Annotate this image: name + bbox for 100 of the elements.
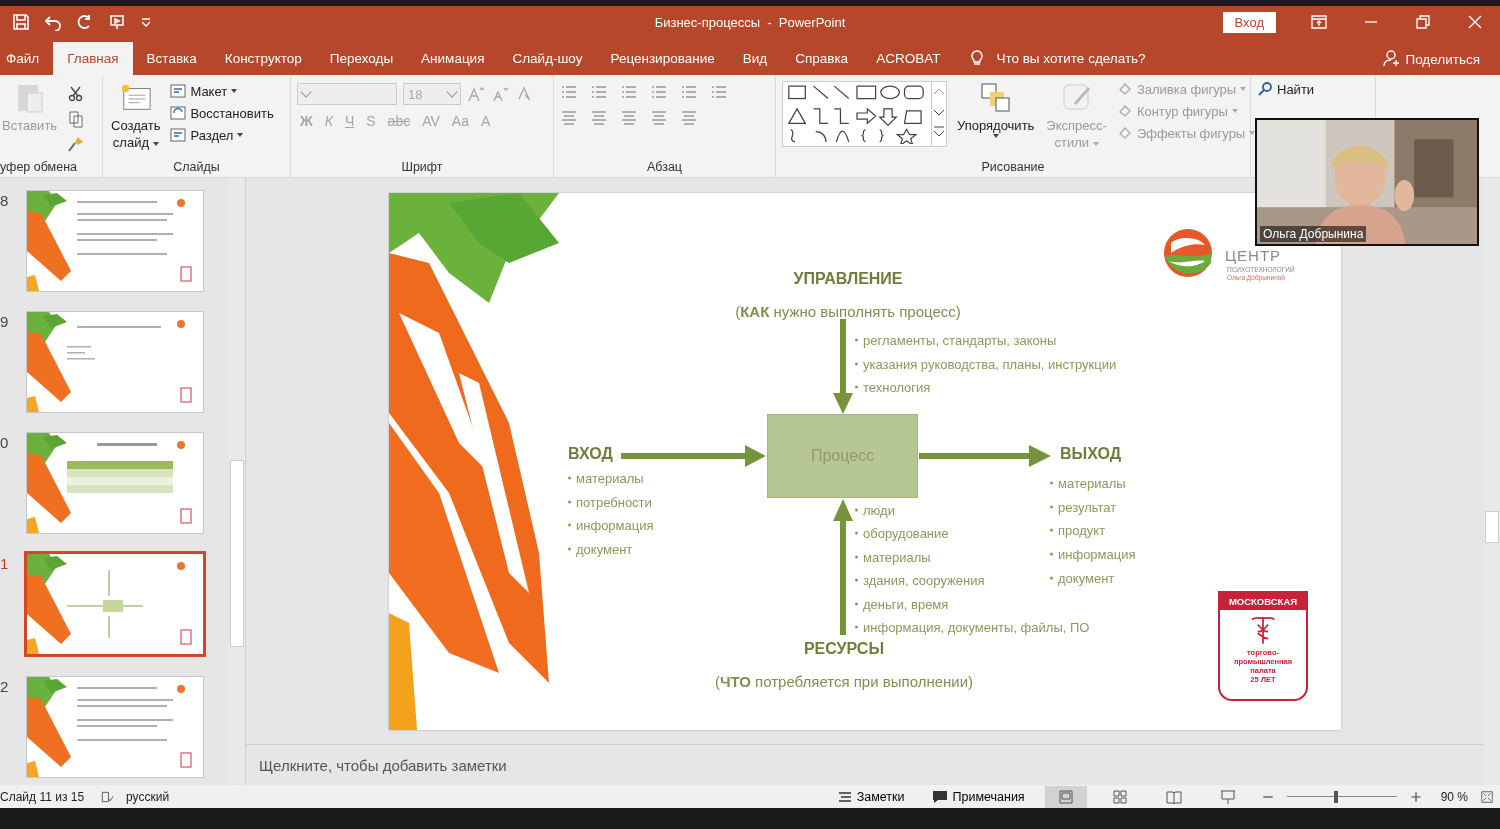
comments-button[interactable]: Примечания	[924, 788, 1033, 805]
ribbon-tab[interactable]: Вид	[728, 42, 782, 75]
bullet-item: информация, документы, файлы, ПО	[855, 619, 1090, 635]
group-label: Слайды	[172, 160, 221, 176]
diagram-heading: ВЫХОД	[1060, 445, 1122, 463]
ribbon-tab[interactable]: Слайд-шоу	[498, 42, 597, 75]
normal-view-icon[interactable]	[1044, 785, 1087, 808]
ribbon-tab[interactable]: Главная	[53, 42, 133, 75]
sign-in-button[interactable]: Вход	[1222, 11, 1276, 33]
zoom-level[interactable]: 90 %	[1440, 789, 1468, 804]
copy-icon[interactable]	[67, 110, 86, 128]
diagram-subtitle: (КАК нужно выполнять процесс)	[735, 302, 961, 320]
find-button[interactable]: Найти	[1257, 79, 1315, 99]
participant-name: Ольга Добрынина	[1260, 226, 1367, 242]
ribbon-tab[interactable]: Вставка	[132, 42, 211, 75]
slide-thumbnail[interactable]	[26, 190, 204, 292]
arrange-icon	[979, 81, 1012, 115]
bullet-item: результат	[1050, 499, 1117, 515]
bullet-item: регламенты, стандарты, законы	[855, 332, 1057, 348]
tell-me-field[interactable]: Что вы хотите сделать?	[996, 51, 1146, 66]
ribbon-display-icon[interactable]	[1310, 13, 1328, 31]
slides-menu-button[interactable]: Восстановить	[170, 103, 274, 123]
ribbon-tab[interactable]: ACROBAT	[862, 42, 955, 75]
slide-layout-icon	[170, 105, 187, 121]
font-name-field[interactable]	[297, 83, 397, 105]
zoom-slider-thumb[interactable]	[1334, 790, 1339, 803]
align-icon[interactable]	[650, 109, 668, 127]
restore-icon[interactable]	[1414, 13, 1432, 31]
slide-thumbnail[interactable]	[26, 432, 204, 534]
share-button[interactable]: Поделиться	[1405, 52, 1480, 67]
grow-font-icon[interactable]	[467, 85, 485, 103]
diagram-heading: УПРАВЛЕНИЕ	[793, 270, 903, 288]
arrange-button[interactable]: Упорядочить	[955, 79, 1037, 160]
group-label: уфер обмена	[0, 160, 78, 176]
align-icon[interactable]	[620, 109, 638, 127]
bullet-item: деньги, время	[855, 596, 949, 612]
slide-thumbnail[interactable]	[24, 551, 206, 657]
bullet-item: потребности	[568, 494, 652, 510]
person-plus-icon[interactable]	[1383, 49, 1402, 67]
slide-counter: Слайд 11 из 15	[0, 789, 85, 804]
group-label: Абзац	[645, 160, 684, 176]
paragraph-icon[interactable]	[620, 83, 638, 101]
diagram-subtitle: (ЧТО потребляется при выполнении)	[714, 672, 974, 690]
save-icon[interactable]	[12, 13, 30, 31]
window-title: Бизнес-процессы - PowerPoint	[654, 14, 846, 30]
new-slide-button[interactable]: Создать слайд	[109, 79, 163, 160]
shrink-font-icon[interactable]	[491, 85, 509, 103]
paragraph-icon[interactable]	[650, 83, 668, 101]
shapes-gallery[interactable]	[782, 81, 947, 147]
zoom-in-icon[interactable]	[1408, 789, 1423, 804]
bullet-item: материалы	[855, 549, 931, 565]
align-icon[interactable]	[680, 109, 698, 127]
bullet-item: документ	[1050, 570, 1115, 586]
ribbon-tab[interactable]: Справка	[781, 42, 863, 75]
bullet-item: технология	[855, 379, 931, 395]
bullet-item: продукт	[1050, 522, 1106, 538]
undo-icon[interactable]	[44, 13, 62, 31]
slide-layout-icon	[170, 83, 187, 99]
bullet-item: оборудование	[855, 525, 949, 541]
fit-to-window-icon[interactable]	[1480, 789, 1494, 804]
ribbon-tab[interactable]: Анимация	[407, 42, 499, 75]
ribbon-tab[interactable]: Конструктор	[210, 42, 316, 75]
paragraph-icon[interactable]	[680, 83, 698, 101]
comment-icon	[932, 788, 949, 805]
paragraph-icon[interactable]	[560, 83, 578, 101]
bullet-item: указания руководства, планы, инструкции	[855, 356, 1117, 372]
logo-text: ЦЕНТР	[1225, 247, 1282, 264]
language-label[interactable]: русский	[126, 789, 170, 804]
paragraph-icon[interactable]	[590, 83, 608, 101]
slide-number: 9	[0, 312, 10, 330]
close-icon[interactable]	[1466, 13, 1484, 31]
logo-swirl-icon	[1163, 227, 1213, 279]
bullet-item: информация	[568, 517, 654, 533]
ribbon-tab[interactable]: Переходы	[315, 42, 408, 75]
spellcheck-icon[interactable]	[100, 789, 115, 804]
slide-number: 0	[0, 433, 10, 451]
bullet-item: люди	[855, 502, 895, 518]
paragraph-icon[interactable]	[710, 83, 728, 101]
bullet-item: материалы	[568, 470, 644, 486]
notes-button[interactable]: Заметки	[828, 788, 913, 805]
clear-formatting-icon[interactable]	[515, 85, 533, 103]
ribbon-tab[interactable]: Рецензирование	[596, 42, 729, 75]
badge-title: МОСКОВСКАЯ	[1220, 593, 1306, 610]
slides-menu-button[interactable]: Раздел	[170, 125, 274, 145]
slides-menu-button[interactable]: Макет	[170, 81, 274, 101]
slide-number: 1	[0, 554, 10, 572]
align-icon[interactable]	[560, 109, 578, 127]
align-icon[interactable]	[590, 109, 608, 127]
search-icon	[1257, 81, 1273, 97]
format-painter-icon[interactable]	[67, 135, 86, 153]
slideshow-icon[interactable]	[108, 13, 126, 31]
slide-thumbnail[interactable]	[26, 676, 204, 778]
slide-number: 8	[0, 191, 10, 209]
bullet-item: информация	[1050, 546, 1136, 562]
customize-caret-icon[interactable]	[140, 16, 152, 28]
ribbon-tab[interactable]: Файл	[0, 42, 54, 75]
slide-number: 2	[0, 677, 10, 695]
bullet-item: материалы	[1050, 475, 1126, 491]
group-label: Рисование	[980, 160, 1046, 176]
slide-thumbnail[interactable]	[26, 311, 204, 413]
